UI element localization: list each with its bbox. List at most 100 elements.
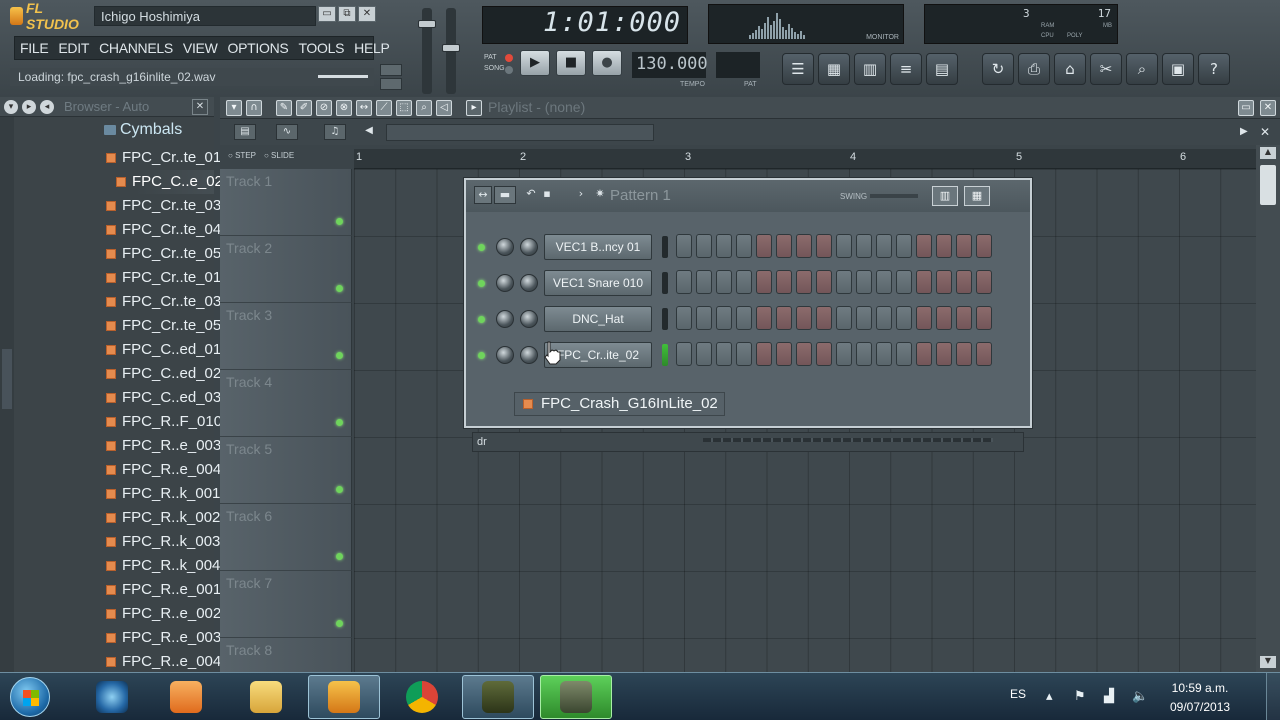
scroll-down-icon[interactable]: ▼	[1260, 656, 1276, 668]
browser-scrollbar[interactable]	[0, 117, 14, 672]
online-button[interactable]	[380, 78, 402, 90]
step-button[interactable]	[756, 306, 772, 330]
step-button[interactable]	[956, 270, 972, 294]
browser-file-item[interactable]: FPC_Cr..te_04	[14, 218, 221, 242]
channel-pan-knob[interactable]	[496, 310, 514, 328]
keyboard-view-icon[interactable]: ▦	[964, 186, 990, 206]
step-button[interactable]	[716, 342, 732, 366]
taskbar-camera-app[interactable]	[76, 675, 148, 719]
pat-song-switch[interactable]: PAT SONG	[484, 52, 505, 74]
step-radio[interactable]: STEP	[228, 151, 256, 160]
zoom-tool-icon[interactable]: ⌕	[416, 100, 432, 116]
step-button[interactable]	[816, 342, 832, 366]
channel-mute-led-icon[interactable]	[478, 244, 485, 251]
draw-tool-icon[interactable]: ✎	[276, 100, 292, 116]
channel-volume-knob[interactable]	[520, 346, 538, 364]
step-button[interactable]	[856, 306, 872, 330]
track-led-icon[interactable]	[336, 620, 343, 627]
playlist-icon[interactable]: ☰	[782, 53, 814, 85]
step-button[interactable]	[696, 342, 712, 366]
step-button[interactable]	[936, 306, 952, 330]
step-button[interactable]	[756, 234, 772, 258]
cut-icon[interactable]: ✂	[1090, 53, 1122, 85]
notes-icon[interactable]: ▣	[1162, 53, 1194, 85]
browser-file-item[interactable]: FPC_C..ed_02	[14, 362, 221, 386]
automation-view-button[interactable]: ∿	[276, 124, 298, 140]
browser-file-item[interactable]: FPC_R..k_001	[14, 482, 220, 506]
track-header[interactable]: Track 3	[220, 303, 352, 370]
master-volume-slider[interactable]	[418, 8, 436, 94]
step-button[interactable]	[736, 270, 752, 294]
pattern-view-button[interactable]: ▤	[234, 124, 256, 140]
step-button[interactable]	[776, 342, 792, 366]
step-button[interactable]	[796, 342, 812, 366]
playlist-menu-icon[interactable]: ▾	[226, 100, 242, 116]
browser-close-icon[interactable]: ✕	[192, 99, 208, 115]
step-button[interactable]	[776, 270, 792, 294]
step-button[interactable]	[756, 342, 772, 366]
browser-file-item[interactable]: FPC_R..e_002	[14, 602, 221, 626]
channel-mute-led-icon[interactable]	[478, 316, 485, 323]
step-button[interactable]	[736, 234, 752, 258]
channel-name-button[interactable]: DNC_Hat	[544, 306, 652, 332]
slide-radio[interactable]: SLIDE	[264, 151, 294, 160]
step-button[interactable]	[676, 270, 692, 294]
step-button[interactable]	[736, 342, 752, 366]
step-button[interactable]	[896, 234, 912, 258]
tempo-display[interactable]: 130.000	[632, 52, 708, 78]
search-icon[interactable]: ⌕	[1126, 53, 1158, 85]
browser-file-item[interactable]: FPC_R..F_010	[14, 410, 222, 434]
swing-slider[interactable]	[870, 194, 918, 198]
browser-file-item[interactable]: FPC_Cr..te_01	[14, 266, 221, 290]
undo-icon[interactable]: ↻	[982, 53, 1014, 85]
menu-edit[interactable]: EDIT	[53, 40, 94, 56]
step-button[interactable]	[816, 234, 832, 258]
track-led-icon[interactable]	[336, 553, 343, 560]
pattern-arrow-icon[interactable]: ›	[574, 186, 588, 204]
piano-roll-icon[interactable]: ▥	[854, 53, 886, 85]
taskbar-recorder[interactable]	[540, 675, 612, 719]
step-button[interactable]	[676, 234, 692, 258]
track-led-icon[interactable]	[336, 486, 343, 493]
step-button[interactable]	[776, 306, 792, 330]
step-button[interactable]	[676, 306, 692, 330]
browser-file-item[interactable]: FPC_R..e_004	[14, 650, 221, 674]
timeline-ruler[interactable]: 1 2 3 4 5 6	[354, 149, 1256, 169]
step-button[interactable]	[736, 306, 752, 330]
project-title-field[interactable]: Ichigo Hoshimiya	[94, 6, 316, 26]
browser-back-icon[interactable]: ◂	[40, 99, 54, 114]
scroll-thumb[interactable]	[1260, 165, 1276, 205]
scroll-left-icon[interactable]: ◀	[362, 124, 376, 140]
taskbar-fl-studio[interactable]	[308, 675, 380, 719]
browser-file-item[interactable]: FPC_Cr..te_03	[14, 194, 221, 218]
pattern-selector[interactable]	[716, 52, 760, 78]
step-button[interactable]	[836, 270, 852, 294]
step-button[interactable]	[876, 270, 892, 294]
step-button[interactable]	[856, 342, 872, 366]
stop-button[interactable]: ■	[556, 50, 586, 76]
horizontal-scrollbar[interactable]	[386, 124, 654, 141]
graph-view-icon[interactable]: ▥	[932, 186, 958, 206]
delete-tool-icon[interactable]: ⊘	[316, 100, 332, 116]
channel-mute-led-icon[interactable]	[478, 352, 485, 359]
step-button[interactable]	[676, 342, 692, 366]
step-button[interactable]	[916, 234, 932, 258]
step-button[interactable]	[976, 234, 992, 258]
step-button[interactable]	[896, 270, 912, 294]
step-button[interactable]	[796, 234, 812, 258]
track-header[interactable]: Track 6	[220, 504, 352, 571]
show-desktop-button[interactable]	[1266, 673, 1280, 720]
playlist-arrow-icon[interactable]: ▸	[466, 100, 482, 116]
browser-file-item[interactable]: FPC_Cr..te_01	[14, 146, 221, 170]
slip-tool-icon[interactable]: ↔	[356, 100, 372, 116]
channel-name-button[interactable]: VEC1 Snare 010	[544, 270, 652, 296]
playback-tool-icon[interactable]: ◁	[436, 100, 452, 116]
taskbar-media-player[interactable]	[150, 675, 222, 719]
scroll-up-icon[interactable]: ▲	[1260, 147, 1276, 159]
step-button[interactable]	[976, 306, 992, 330]
minimize-button[interactable]: ▭	[318, 6, 336, 22]
export-icon[interactable]: ⌂	[1054, 53, 1086, 85]
track-header[interactable]: Track 5	[220, 437, 352, 504]
browser-file-item[interactable]: FPC_R..e_001	[14, 578, 221, 602]
step-button[interactable]	[696, 234, 712, 258]
